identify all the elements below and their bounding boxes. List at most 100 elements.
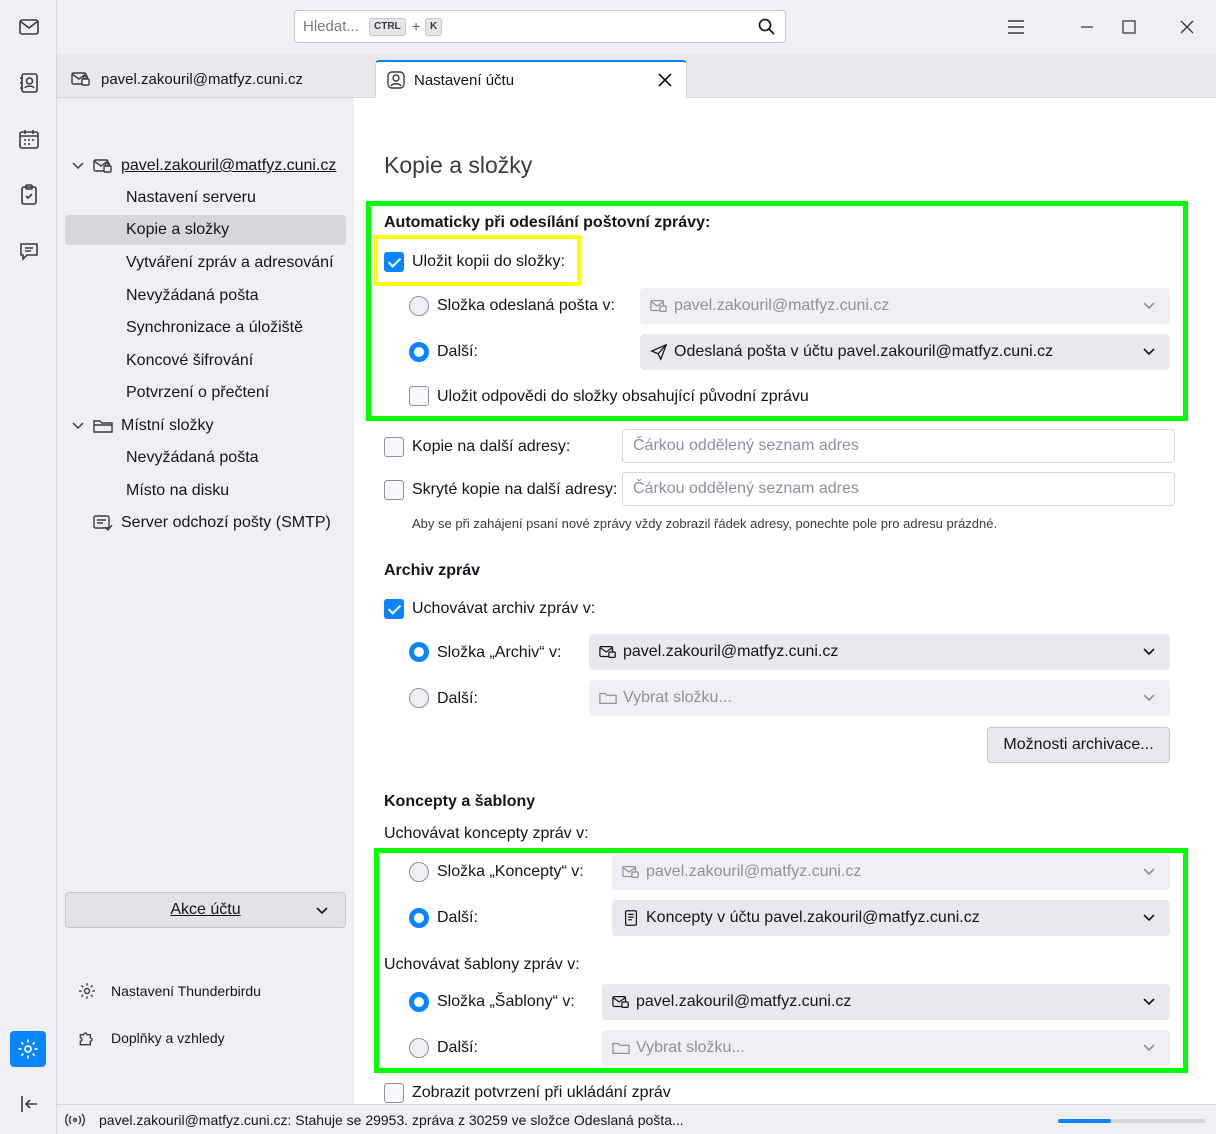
tab-mail-account[interactable]: pavel.zakouril@matfyz.cuni.cz — [71, 60, 371, 98]
confirm-save-checkbox[interactable] — [384, 1083, 404, 1103]
sent-folder-radio[interactable] — [409, 296, 429, 316]
drafts-folder-label[interactable]: Složka „Koncepty“ v: — [437, 863, 584, 881]
local-folders-header[interactable]: Místní složky — [71, 412, 213, 440]
mail-icon[interactable] — [14, 12, 44, 42]
minimize-icon[interactable] — [1072, 12, 1102, 42]
settings-main-pane: Kopie a složky Automaticky při odesílání… — [354, 98, 1216, 1104]
folder-icon — [93, 420, 113, 433]
save-copy-label[interactable]: Uložit kopii do složky: — [412, 253, 565, 271]
drafts-other-radio[interactable] — [409, 908, 429, 928]
calendar-icon[interactable] — [14, 124, 44, 154]
drafts-other-dropdown[interactable]: Koncepty v účtu pavel.zakouril@matfyz.cu… — [612, 900, 1170, 936]
chevron-down-icon — [1143, 1044, 1155, 1052]
puzzle-icon — [79, 1032, 93, 1046]
archive-other-dropdown[interactable]: Vybrat složku... — [589, 680, 1170, 716]
sidebar-item-junk[interactable]: Nevyžádaná pošta — [126, 282, 259, 310]
sidebar-item-e2e[interactable]: Koncové šifrování — [126, 347, 253, 375]
mail-account-icon — [650, 299, 667, 313]
mail-account-icon — [71, 72, 90, 86]
archive-folder-dropdown[interactable]: pavel.zakouril@matfyz.cuni.cz — [589, 634, 1170, 670]
sent-other-dropdown[interactable]: Odeslaná pošta v účtu pavel.zakouril@mat… — [640, 334, 1170, 370]
chevron-down-icon — [1143, 648, 1155, 656]
progress-fill — [1058, 1119, 1112, 1123]
save-copy-checkbox[interactable] — [384, 252, 404, 272]
templates-other-label[interactable]: Další: — [437, 1039, 478, 1057]
drafts-icon — [624, 910, 638, 926]
thunderbird-settings-link[interactable]: Nastavení Thunderbirdu — [77, 979, 261, 1003]
cc-label[interactable]: Kopie na další adresy: — [412, 438, 570, 456]
templates-folder-label[interactable]: Složka „Šablony“ v: — [437, 993, 575, 1011]
account-tree-header[interactable]: pavel.zakouril@matfyz.cuni.cz — [71, 152, 336, 180]
account-tree-pane: pavel.zakouril@matfyz.cuni.cz Nastavení … — [57, 98, 354, 1104]
archive-options-button[interactable]: Možnosti archivace... — [987, 727, 1170, 763]
drafts-other-value: Koncepty v účtu pavel.zakouril@matfyz.cu… — [646, 909, 980, 926]
chevron-down-icon[interactable] — [71, 419, 85, 433]
sent-folder-label[interactable]: Složka odeslaná pošta v: — [437, 297, 615, 315]
chat-icon[interactable] — [14, 236, 44, 266]
confirm-save-label[interactable]: Zobrazit potvrzení při ukládání zpráv — [412, 1084, 671, 1102]
chevron-down-icon[interactable] — [71, 159, 85, 173]
archive-folder-radio[interactable] — [409, 642, 429, 662]
search-input[interactable]: Hledat... CTRL + K — [294, 10, 786, 43]
replies-folder-checkbox[interactable] — [409, 386, 429, 406]
addons-label: Doplňky a vzhledy — [111, 1030, 225, 1046]
bcc-input[interactable]: Čárkou oddělený seznam adres — [622, 472, 1175, 506]
sidebar-item-disk-space[interactable]: Místo na disku — [126, 477, 229, 505]
chevron-down-icon — [316, 907, 328, 915]
drafts-folder-dropdown[interactable]: pavel.zakouril@matfyz.cuni.cz — [612, 854, 1170, 890]
archive-other-label[interactable]: Další: — [437, 690, 478, 708]
templates-other-dropdown[interactable]: Vybrat složku... — [602, 1030, 1170, 1066]
close-tab-icon[interactable] — [658, 73, 672, 87]
tasks-icon[interactable] — [14, 180, 44, 210]
maximize-icon[interactable] — [1114, 12, 1144, 42]
sent-other-radio[interactable] — [409, 342, 429, 362]
archive-other-radio[interactable] — [409, 688, 429, 708]
account-actions-button[interactable]: Akce účtu — [65, 892, 346, 928]
tab-mail-label: pavel.zakouril@matfyz.cuni.cz — [101, 70, 303, 88]
cc-checkbox[interactable] — [384, 437, 404, 457]
sidebar-item-composition[interactable]: Vytváření zpráv a adresování — [126, 249, 334, 277]
templates-other-radio[interactable] — [409, 1038, 429, 1058]
sidebar-item-local-junk[interactable]: Nevyžádaná pošta — [126, 444, 259, 472]
tb-settings-label: Nastavení Thunderbirdu — [111, 983, 261, 999]
templates-folder-radio[interactable] — [409, 992, 429, 1012]
address-book-icon[interactable] — [14, 68, 44, 98]
bcc-label[interactable]: Skryté kopie na další adresy: — [412, 481, 617, 499]
menu-icon[interactable] — [1001, 12, 1031, 42]
tab-account-settings[interactable]: Nastavení účtu — [375, 60, 687, 98]
sent-folder-dropdown[interactable]: pavel.zakouril@matfyz.cuni.cz — [640, 288, 1170, 324]
sidebar-item-sync[interactable]: Synchronizace a úložiště — [126, 314, 303, 342]
chevron-down-icon — [1143, 302, 1155, 310]
chevron-down-icon — [1143, 348, 1155, 356]
sidebar-item-receipts[interactable]: Potvrzení o přečtení — [126, 379, 269, 407]
mail-account-icon — [612, 995, 629, 1009]
collapse-spaces-icon[interactable] — [14, 1089, 44, 1119]
status-progress-bar — [1058, 1119, 1206, 1123]
cc-input[interactable]: Čárkou oddělený seznam adres — [622, 429, 1175, 463]
sent-folder-value: pavel.zakouril@matfyz.cuni.cz — [674, 297, 890, 314]
gear-icon — [79, 983, 95, 999]
close-window-icon[interactable] — [1172, 12, 1202, 42]
sidebar-item-smtp[interactable]: Server odchozí pošty (SMTP) — [93, 509, 331, 537]
bcc-checkbox[interactable] — [384, 480, 404, 500]
search-icon[interactable] — [757, 17, 777, 37]
keep-archive-label[interactable]: Uchovávat archiv zpráv v: — [412, 600, 595, 618]
archive-folder-label[interactable]: Složka „Archiv“ v: — [437, 644, 561, 662]
replies-folder-label[interactable]: Uložit odpovědi do složky obsahující pův… — [437, 388, 809, 406]
sidebar-item-server[interactable]: Nastavení serveru — [126, 184, 256, 212]
addons-link[interactable]: Doplňky a vzhledy — [77, 1026, 225, 1050]
search-placeholder: Hledat... — [303, 18, 359, 35]
sidebar-item-copies-folders[interactable]: Kopie a složky — [65, 215, 346, 245]
shortcut-plus: + — [412, 18, 421, 34]
keep-archive-checkbox[interactable] — [384, 599, 404, 619]
account-name[interactable]: pavel.zakouril@matfyz.cuni.cz — [121, 157, 336, 175]
settings-gear-icon[interactable] — [10, 1031, 46, 1067]
sent-other-label[interactable]: Další: — [437, 343, 478, 361]
online-status-icon[interactable] — [65, 1112, 85, 1128]
account-actions-label: Akce účtu — [170, 901, 241, 918]
chevron-down-icon — [1143, 694, 1155, 702]
templates-folder-dropdown[interactable]: pavel.zakouril@matfyz.cuni.cz — [602, 984, 1170, 1020]
drafts-other-label[interactable]: Další: — [437, 909, 478, 927]
page-title: Kopie a složky — [384, 152, 533, 178]
drafts-folder-radio[interactable] — [409, 862, 429, 882]
